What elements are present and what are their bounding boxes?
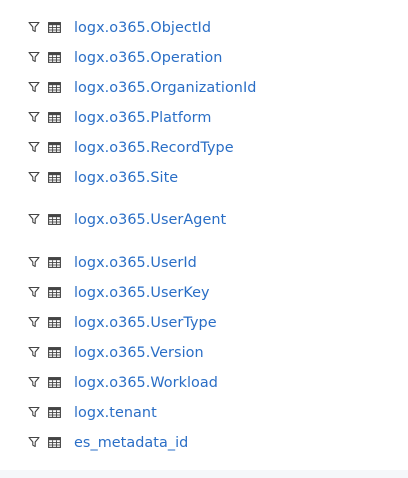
field-name[interactable]: logx.tenant: [74, 403, 157, 423]
filter-icon[interactable]: [28, 376, 40, 388]
field-name[interactable]: logx.o365.UserKey: [74, 283, 210, 303]
filter-icon[interactable]: [28, 286, 40, 298]
table-icon: [48, 287, 61, 298]
table-icon: [48, 142, 61, 153]
table-icon: [48, 52, 61, 63]
field-name[interactable]: logx.o365.UserAgent: [74, 210, 226, 230]
field-name[interactable]: logx.o365.Site: [74, 168, 178, 188]
field-name[interactable]: es_metadata_id: [74, 433, 188, 453]
filter-icon[interactable]: [28, 256, 40, 268]
filter-icon[interactable]: [28, 81, 40, 93]
table-icon: [48, 22, 61, 33]
filter-icon[interactable]: [28, 171, 40, 183]
field-name[interactable]: logx.o365.OrganizationId: [74, 78, 256, 98]
field-list-panel: logx.o365.ObjectId logx.o365.Operation l…: [0, 0, 408, 478]
field-name[interactable]: logx.o365.ObjectId: [74, 18, 211, 38]
panel-bottom-edge: [0, 470, 408, 478]
table-icon: [48, 317, 61, 328]
field-name[interactable]: logx.o365.Operation: [74, 48, 222, 68]
field-name[interactable]: logx.o365.Platform: [74, 108, 211, 128]
field-name[interactable]: logx.o365.Workload: [74, 373, 218, 393]
filter-icon[interactable]: [28, 51, 40, 63]
table-icon: [48, 112, 61, 123]
filter-icon[interactable]: [28, 21, 40, 33]
table-icon: [48, 257, 61, 268]
table-icon: [48, 172, 61, 183]
field-name[interactable]: logx.o365.UserType: [74, 313, 217, 333]
field-name[interactable]: logx.o365.UserId: [74, 253, 197, 273]
table-icon: [48, 407, 61, 418]
table-icon: [48, 82, 61, 93]
table-icon: [48, 347, 61, 358]
filter-icon[interactable]: [28, 213, 40, 225]
table-icon: [48, 214, 61, 225]
filter-icon[interactable]: [28, 141, 40, 153]
field-name[interactable]: logx.o365.RecordType: [74, 138, 234, 158]
table-icon: [48, 437, 61, 448]
filter-icon[interactable]: [28, 316, 40, 328]
filter-icon[interactable]: [28, 111, 40, 123]
filter-icon[interactable]: [28, 346, 40, 358]
field-name[interactable]: logx.o365.Version: [74, 343, 204, 363]
filter-icon[interactable]: [28, 406, 40, 418]
table-icon: [48, 377, 61, 388]
filter-icon[interactable]: [28, 436, 40, 448]
